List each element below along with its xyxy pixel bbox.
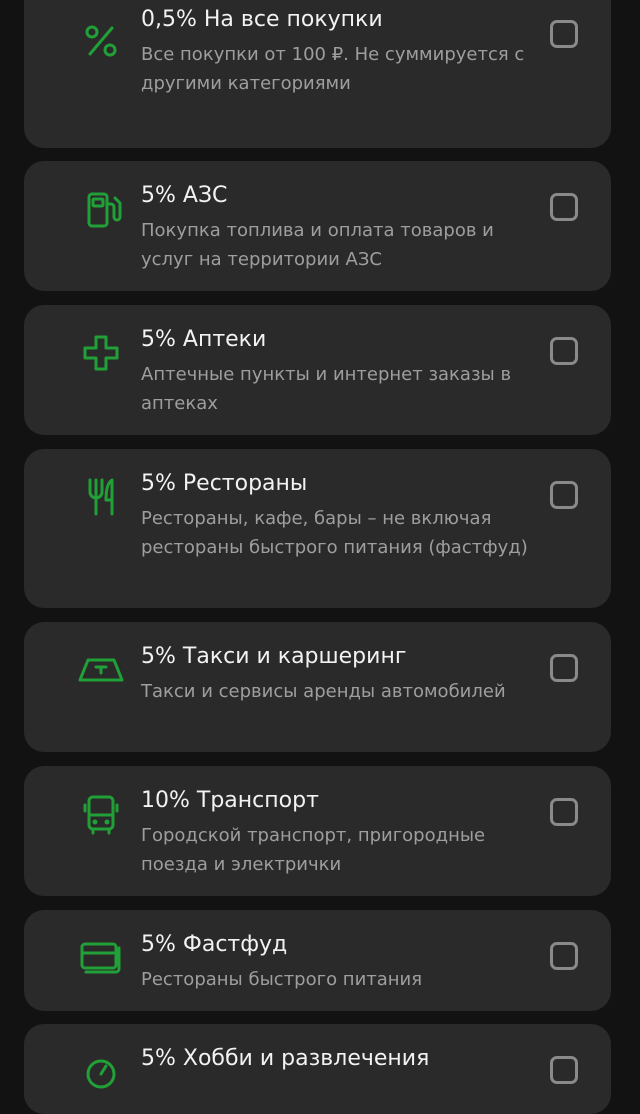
fastfood-icon [72,929,130,987]
category-title: 5% Фастфуд [141,932,288,957]
category-card-transport[interactable]: 10% Транспорт Городской транспорт, приго… [24,766,611,896]
category-checkbox[interactable] [550,481,578,509]
category-checkbox[interactable] [550,193,578,221]
category-card-pharmacy[interactable]: 5% Аптеки Аптечные пункты и интернет зак… [24,305,611,435]
category-title: 5% АЗС [141,183,228,208]
category-checkbox[interactable] [550,654,578,682]
category-description: Покупка топлива и оплата товаров и услуг… [141,220,494,270]
fork-knife-icon [72,468,130,526]
taxi-icon [72,641,130,699]
medical-cross-icon [72,324,130,382]
fuel-pump-icon [72,180,130,238]
percent-icon [72,12,130,70]
category-checkbox[interactable] [550,337,578,365]
category-card-all-purchases[interactable]: 0,5% На все покупки Все покупки от 100 ₽… [24,0,611,148]
category-checkbox[interactable] [550,942,578,970]
category-description: Городской транспорт, пригородные поезда … [141,825,486,875]
category-description: Все покупки от 100 ₽. Не суммируется с д… [141,44,525,94]
bus-icon [72,785,130,843]
category-title: 5% Аптеки [141,327,267,352]
category-card-taxi[interactable]: 5% Такси и каршеринг Такси и сервисы аре… [24,622,611,752]
category-checkbox[interactable] [550,798,578,826]
category-card-hobby[interactable]: 5% Хобби и развлечения [24,1024,611,1114]
category-title: 5% Рестораны [141,471,308,496]
category-card-gas-station[interactable]: 5% АЗС Покупка топлива и оплата товаров … [24,161,611,291]
hobby-icon [72,1043,130,1101]
category-description: Аптечные пункты и интернет заказы в апте… [141,364,512,414]
category-title: 0,5% На все покупки [141,7,383,32]
category-title: 5% Такси и каршеринг [141,644,407,669]
category-description: Рестораны быстрого питания [141,969,423,990]
category-description: Такси и сервисы аренды автомобилей [141,681,506,702]
category-title: 5% Хобби и развлечения [141,1046,430,1071]
category-title: 10% Транспорт [141,788,319,813]
category-checkbox[interactable] [550,20,578,48]
category-card-restaurants[interactable]: 5% Рестораны Рестораны, кафе, бары – не … [24,449,611,608]
category-description: Рестораны, кафе, бары – не включая ресто… [141,508,528,558]
category-card-fastfood[interactable]: 5% Фастфуд Рестораны быстрого питания [24,910,611,1011]
